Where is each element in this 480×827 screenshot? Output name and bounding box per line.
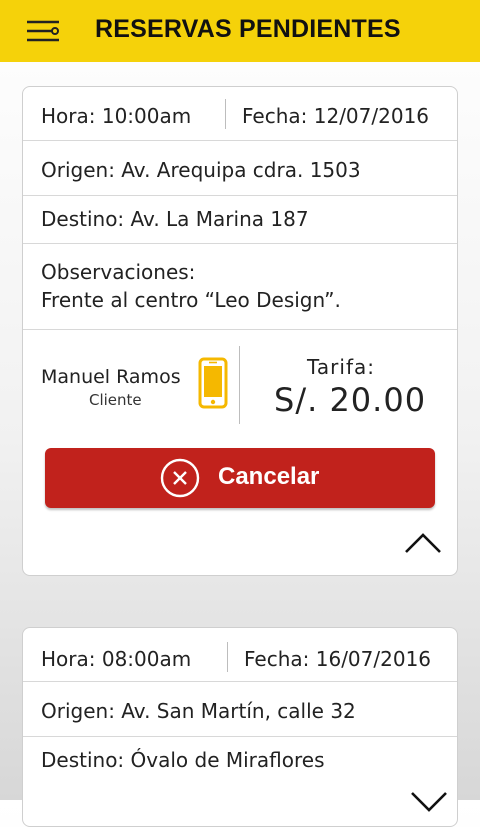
time-date-row: Hora: 10:00am Fecha: 12/07/2016 — [23, 87, 457, 141]
cancel-label: Cancelar — [218, 463, 320, 490]
reservation-time: Hora: 08:00am — [41, 647, 192, 671]
observations-row: Observaciones: Frente al centro “Leo Des… — [23, 244, 457, 330]
reservation-destination: Destino: Óvalo de Miraflores — [41, 748, 325, 772]
time-date-row: Hora: 08:00am Fecha: 16/07/2016 — [23, 628, 457, 682]
origin-row: Origen: Av. San Martín, calle 32 — [23, 682, 457, 737]
reservation-origin: Origen: Av. San Martín, calle 32 — [41, 699, 356, 723]
client-role: Cliente — [89, 391, 142, 409]
client-name: Manuel Ramos — [41, 366, 181, 388]
top-app-bar: RESERVAS PENDIENTES — [0, 0, 480, 62]
cancel-button[interactable]: Cancelar — [45, 448, 435, 508]
origin-row: Origen: Av. Arequipa cdra. 1503 — [23, 141, 457, 196]
close-circle-icon — [159, 457, 201, 503]
reservation-origin: Origen: Av. Arequipa cdra. 1503 — [41, 158, 361, 182]
reservation-time: Hora: 10:00am — [41, 104, 192, 128]
reservation-date: Fecha: 12/07/2016 — [242, 104, 430, 128]
observations-text: Frente al centro “Leo Design”. — [41, 288, 341, 312]
divider — [225, 99, 226, 129]
reservation-card: Hora: 08:00am Fecha: 16/07/2016 Origen: … — [22, 627, 458, 827]
menu-sliders-icon[interactable] — [26, 18, 60, 44]
reservation-card: Hora: 10:00am Fecha: 12/07/2016 Origen: … — [22, 86, 458, 576]
destination-row: Destino: Óvalo de Miraflores — [23, 737, 457, 826]
reservation-destination: Destino: Av. La Marina 187 — [41, 207, 309, 231]
reservation-date: Fecha: 16/07/2016 — [244, 647, 432, 671]
divider — [239, 346, 240, 424]
chevron-down-icon[interactable] — [410, 791, 448, 817]
phone-icon[interactable] — [198, 357, 228, 413]
chevron-up-icon[interactable] — [404, 532, 442, 558]
page-title: RESERVAS PENDIENTES — [95, 15, 401, 43]
observations-label: Observaciones: — [41, 260, 196, 284]
divider — [227, 642, 228, 672]
fare-label: Tarifa: — [307, 355, 375, 379]
destination-row: Destino: Av. La Marina 187 — [23, 196, 457, 244]
fare-value: S/. 20.00 — [274, 381, 427, 419]
